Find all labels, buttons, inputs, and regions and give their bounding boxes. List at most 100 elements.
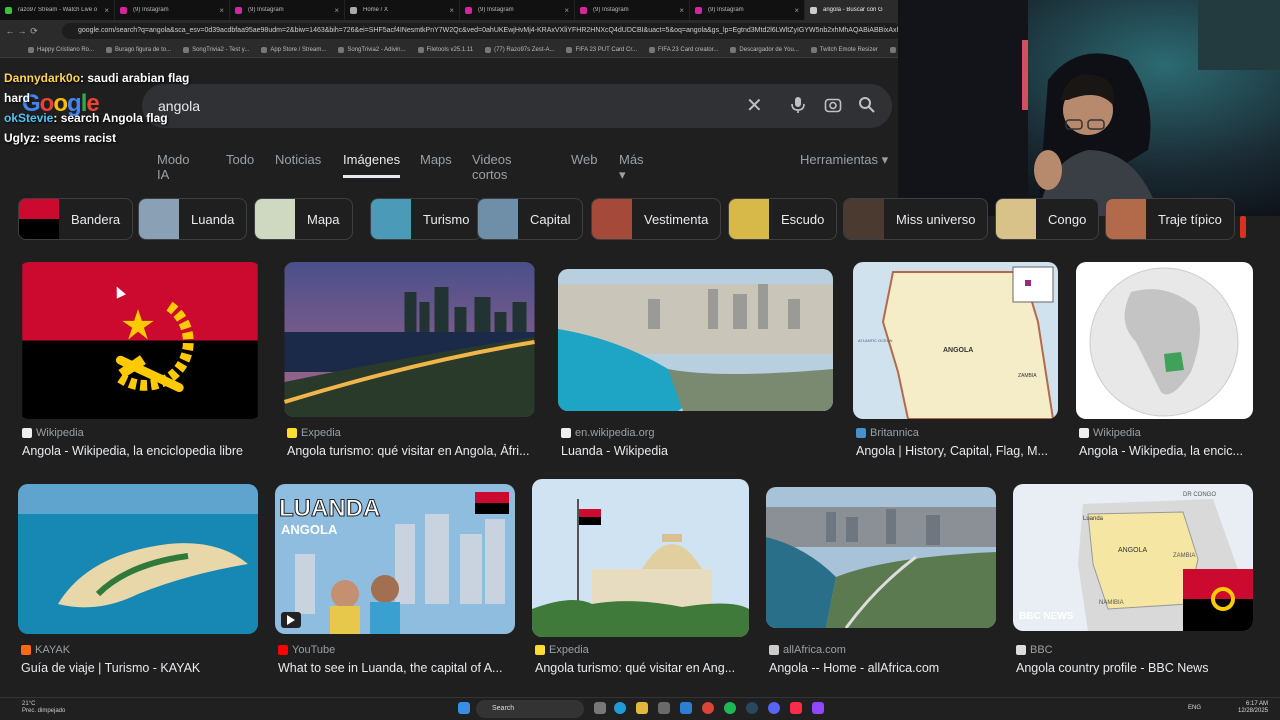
edge-icon[interactable] — [614, 702, 626, 714]
file-explorer-icon[interactable] — [636, 702, 648, 714]
tab-close-icon[interactable]: × — [219, 6, 224, 15]
browser-tab[interactable]: Home / X × — [345, 0, 460, 20]
chip-4[interactable]: Capital — [477, 198, 584, 240]
tab-close-icon[interactable]: × — [104, 6, 109, 15]
result-source[interactable]: KAYAK — [21, 644, 70, 656]
result-source[interactable]: BBC — [1016, 644, 1053, 656]
city-coast-image[interactable] — [766, 487, 996, 628]
chip-3[interactable]: Turismo — [370, 198, 483, 240]
result-source[interactable]: YouTube — [278, 644, 335, 656]
bookmark-item[interactable]: Twitch Emote Resizer — [810, 46, 878, 53]
tab-imagenes[interactable]: Imágenes — [343, 152, 401, 178]
result-source[interactable]: Expedia — [535, 644, 589, 656]
bookmark-item[interactable]: SongTrivia2 - Adivin... — [338, 46, 406, 53]
weather-widget[interactable]: 21°C Prec. dimpejado — [22, 701, 65, 715]
browser-tab[interactable]: (9) Instagram × — [115, 0, 230, 20]
store-icon[interactable] — [658, 702, 670, 714]
browser-tab[interactable]: razo97 Stream - Watch Live o × — [0, 0, 115, 20]
bookmark-item[interactable]: App Store / Stream... — [261, 46, 326, 53]
back-icon[interactable]: ← — [4, 26, 16, 36]
tab-todo[interactable]: Todo — [226, 152, 254, 167]
mail-icon[interactable] — [680, 702, 692, 714]
palace-image[interactable] — [532, 479, 749, 637]
chip-0[interactable]: Bandera — [18, 198, 134, 240]
tab-maps[interactable]: Maps — [420, 152, 452, 167]
result-source[interactable]: Britannica — [856, 427, 919, 439]
island-image[interactable] — [18, 484, 258, 634]
chip-1[interactable]: Luanda — [138, 198, 248, 240]
mic-icon[interactable] — [790, 96, 806, 119]
result-source[interactable]: allAfrica.com — [769, 644, 846, 656]
tab-close-icon[interactable]: × — [334, 6, 339, 15]
globe-image[interactable] — [1076, 262, 1253, 419]
tab-close-icon[interactable]: × — [449, 6, 454, 15]
city-night-image[interactable] — [284, 262, 535, 417]
discord-icon[interactable] — [768, 702, 780, 714]
lens-icon[interactable] — [824, 96, 842, 119]
map-image[interactable]: ANGOLA ATLANTIC OCEAN ZAMBIA — [853, 262, 1058, 419]
search-box[interactable]: angola ✕ — [142, 84, 892, 128]
result-source[interactable]: Wikipedia — [22, 427, 84, 439]
bookmark-item[interactable]: Filetools v25.1.11 — [417, 46, 473, 53]
tab-close-icon[interactable]: × — [564, 6, 569, 15]
flag-image[interactable] — [19, 262, 261, 419]
chip-6[interactable]: Escudo — [728, 198, 838, 240]
bookmark-item[interactable]: FIFA 23 Card creator... — [649, 46, 718, 53]
result-source[interactable]: en.wikipedia.org — [561, 427, 655, 439]
tab-noticias[interactable]: Noticias — [275, 152, 321, 167]
result-caption[interactable]: Angola -- Home - allAfrica.com — [769, 661, 1009, 675]
bbc-map-image[interactable]: DR CONGO Luanda ANGOLA ZAMBIA NAMIBIA BBC NEW… — [1013, 484, 1253, 631]
result-caption[interactable]: Angola - Wikipedia, la enciclopedia libr… — [22, 444, 274, 458]
chip-7[interactable]: Miss universo — [843, 198, 989, 240]
music-icon[interactable] — [790, 702, 802, 714]
forward-icon[interactable]: → — [16, 26, 28, 36]
bookmark-item[interactable]: SongTrivia2 - Test y... — [183, 46, 249, 53]
tab-close-icon[interactable]: × — [794, 6, 799, 15]
twitch-icon[interactable] — [812, 702, 824, 714]
tab-favicon-icon — [695, 6, 702, 14]
browser-tab[interactable]: (9) Instagram × — [460, 0, 575, 20]
tools-button[interactable]: Herramientas ▾ — [800, 152, 888, 168]
result-caption[interactable]: Angola | History, Capital, Flag, M... — [856, 444, 1071, 458]
tab-modo-ia[interactable]: Modo IA — [157, 152, 190, 182]
bookmark-item[interactable]: Happy Cristiano Ro... — [28, 46, 94, 53]
start-icon[interactable] — [458, 702, 470, 714]
city-aerial-image[interactable] — [558, 269, 833, 411]
result-caption[interactable]: Guía de viaje | Turismo - KAYAK — [21, 661, 271, 675]
bookmark-item[interactable]: (77) Razo97s Zest-A... — [485, 46, 554, 53]
result-source[interactable]: Wikipedia — [1079, 427, 1141, 439]
browser-tab[interactable]: (9) Instagram × — [690, 0, 805, 20]
taskbar-search[interactable]: Search — [476, 700, 584, 718]
taskview-icon[interactable] — [594, 702, 606, 714]
clear-icon[interactable]: ✕ — [746, 93, 763, 118]
tab-close-icon[interactable]: × — [679, 6, 684, 15]
result-caption[interactable]: Angola country profile - BBC News — [1016, 661, 1266, 675]
result-caption[interactable]: Angola turismo: qué visitar en Ang... — [535, 661, 762, 675]
reload-icon[interactable]: ⟳ — [28, 26, 40, 37]
result-caption[interactable]: What to see in Luanda, the capital of A.… — [278, 661, 528, 675]
bookmark-item[interactable]: Descargador de You... — [730, 46, 799, 53]
bookmark-item[interactable]: Burago figura de to... — [106, 46, 171, 53]
result-source[interactable]: Expedia — [287, 427, 341, 439]
chip-9[interactable]: Traje típico — [1105, 198, 1235, 240]
result-caption[interactable]: Luanda - Wikipedia — [561, 444, 846, 458]
browser-tab[interactable]: (9) Instagram × — [575, 0, 690, 20]
chip-8[interactable]: Congo — [995, 198, 1100, 240]
spotify-icon[interactable] — [724, 702, 736, 714]
browser-tab[interactable]: (9) Instagram × — [230, 0, 345, 20]
result-caption[interactable]: Angola turismo: qué visitar en Angola, Á… — [287, 444, 548, 458]
steam-icon[interactable] — [746, 702, 758, 714]
clock[interactable]: 6:17 AM 12/28/2025 — [1238, 701, 1268, 715]
video-thumb-image[interactable]: LUANDA ANGOLA — [275, 484, 515, 634]
tab-videos-cortos[interactable]: Videos cortos — [472, 152, 512, 182]
chrome-icon[interactable] — [702, 702, 714, 714]
tab-web[interactable]: Web — [571, 152, 598, 167]
language-indicator[interactable]: ENG — [1188, 705, 1201, 711]
tab-mas[interactable]: Más ▾ — [619, 152, 644, 183]
url-field[interactable]: google.com/search?q=angola&sca_esv=0d39a… — [62, 23, 902, 39]
chip-5[interactable]: Vestimenta — [591, 198, 722, 240]
bookmark-item[interactable]: FIFA 23 PUT Card Cr... — [566, 46, 637, 53]
chip-2[interactable]: Mapa — [254, 198, 353, 240]
result-caption[interactable]: Angola - Wikipedia, la encic... — [1079, 444, 1266, 458]
search-icon[interactable] — [858, 96, 876, 119]
